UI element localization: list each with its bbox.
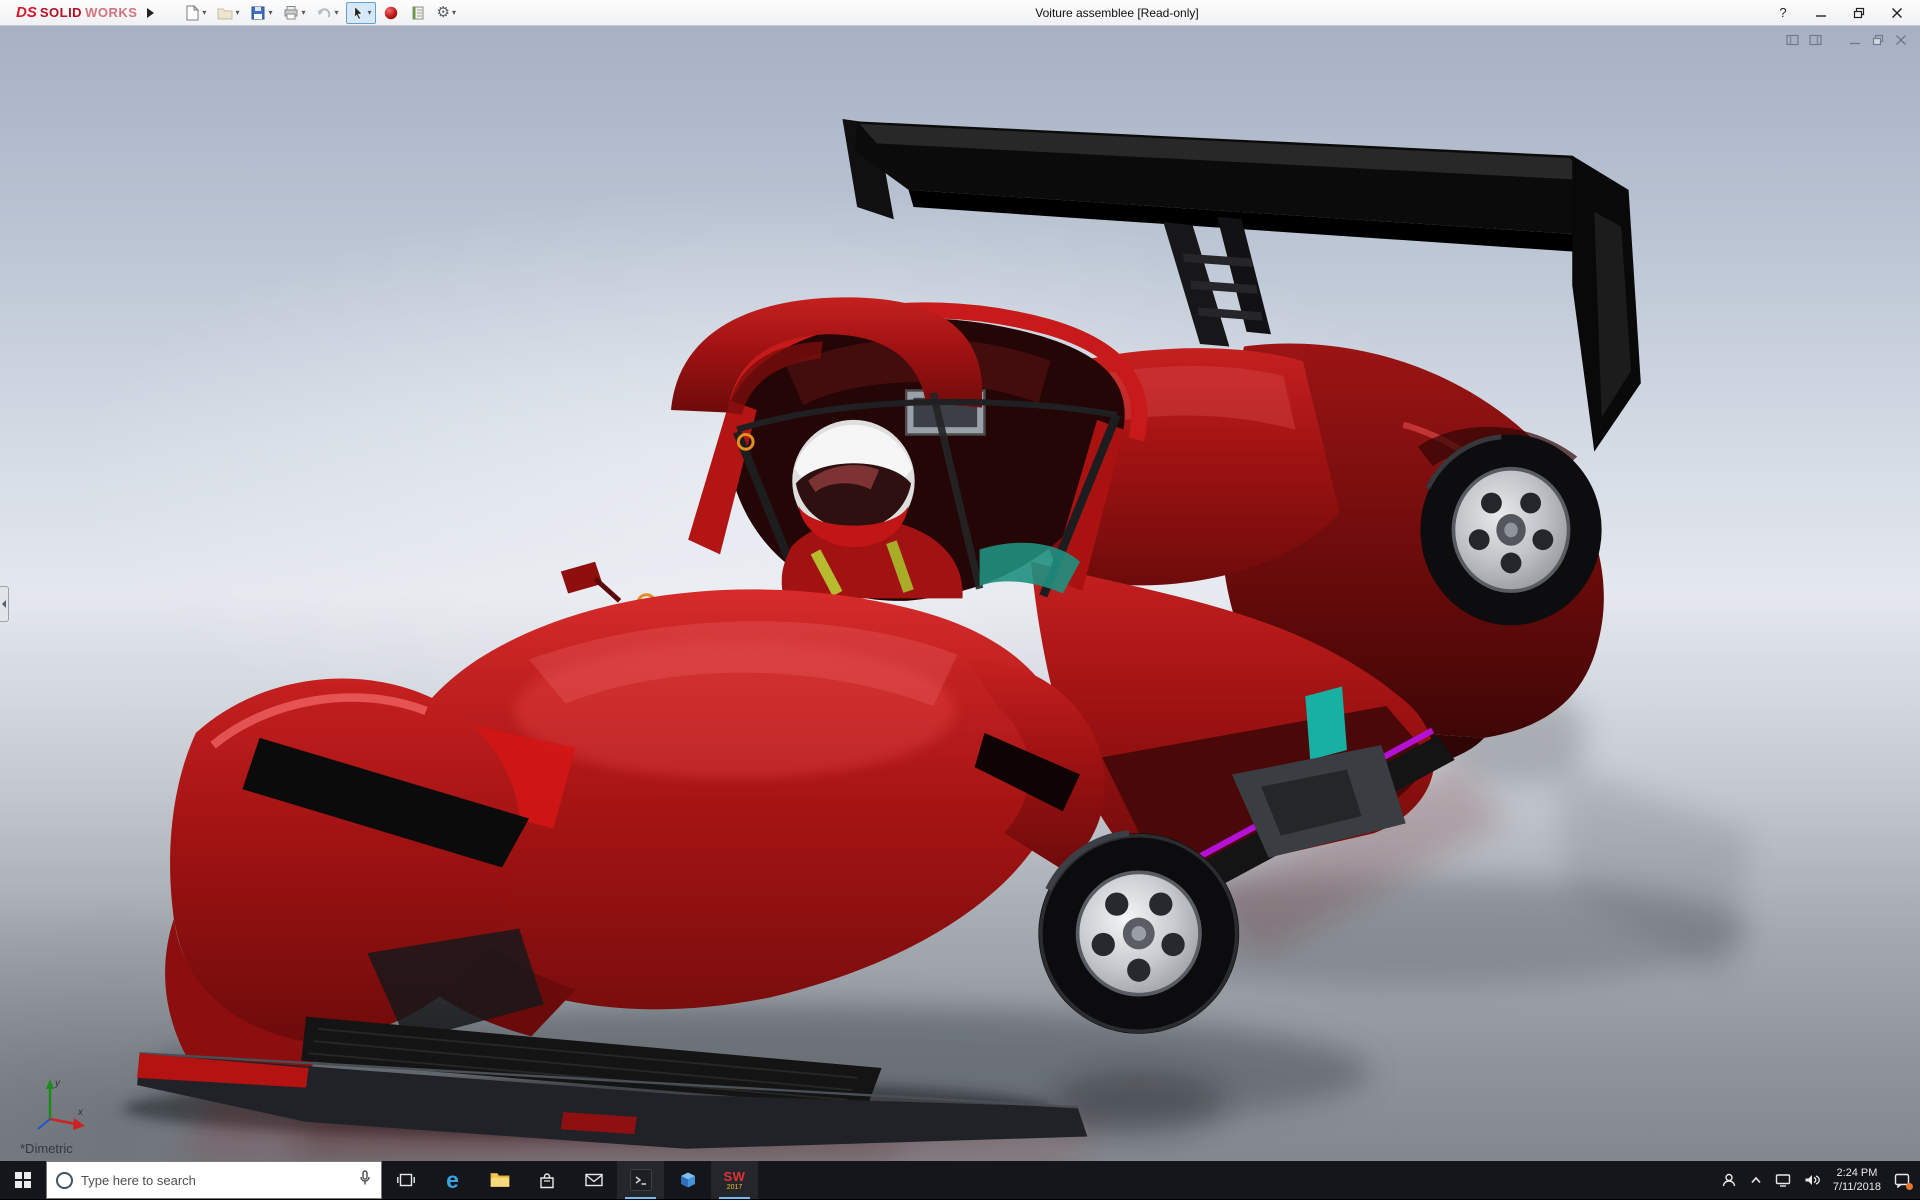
featuremanager-collapsed-tab[interactable] — [0, 586, 9, 622]
edge-icon: e — [446, 1169, 459, 1192]
new-document-icon — [184, 5, 200, 21]
titlebar: DS SOLIDWORKS ▾ ▾ ▾ ▾ ▾ — [0, 0, 1920, 26]
solidworks-window: DS SOLIDWORKS ▾ ▾ ▾ ▾ ▾ — [0, 0, 1920, 1200]
network-icon[interactable] — [1775, 1173, 1791, 1187]
appearance-button[interactable] — [379, 2, 403, 24]
quick-access-toolbar: ▾ ▾ ▾ ▾ ▾ ▾ — [180, 2, 460, 24]
nose-and-fenders — [165, 589, 1105, 1075]
start-button[interactable] — [0, 1161, 46, 1199]
task-view-button[interactable] — [382, 1161, 429, 1199]
save-icon — [250, 5, 266, 21]
cube-app-button[interactable] — [664, 1161, 711, 1199]
cortana-icon[interactable] — [56, 1172, 73, 1189]
clock-time: 2:24 PM — [1833, 1166, 1881, 1180]
restore-icon — [1853, 7, 1865, 19]
child-minimize-icon[interactable] — [1848, 33, 1862, 46]
minimize-button[interactable] — [1812, 4, 1830, 22]
options-button[interactable]: ⚙ ▾ — [433, 2, 460, 24]
help-button[interactable]: ? — [1774, 4, 1792, 22]
close-button[interactable] — [1888, 4, 1906, 22]
folder-icon — [490, 1172, 510, 1188]
windows-logo-icon — [15, 1172, 31, 1188]
open-button[interactable]: ▾ — [213, 2, 243, 24]
hidden-icons-chevron[interactable] — [1750, 1175, 1762, 1185]
triad-y-label: y — [54, 1078, 61, 1089]
view-orientation-label: *Dimetric — [20, 1141, 73, 1156]
chevron-left-icon — [2, 600, 6, 608]
close-icon — [1891, 7, 1903, 19]
document-window-controls — [1785, 33, 1908, 46]
select-cursor-icon — [350, 5, 366, 21]
select-tool-button[interactable]: ▾ — [346, 2, 376, 24]
taskbar-search — [46, 1161, 382, 1199]
gear-icon: ⚙ — [437, 5, 450, 20]
car-model-render — [0, 26, 1920, 1161]
undo-button[interactable]: ▾ — [312, 2, 342, 24]
blue-cube-icon — [679, 1171, 697, 1189]
ds-logo-icon: DS — [16, 5, 37, 20]
command-prompt-icon — [630, 1169, 652, 1191]
search-input[interactable] — [81, 1173, 350, 1188]
speaker-icon[interactable] — [1804, 1173, 1820, 1187]
document-title: Voiture assemblee [Read-only] — [460, 6, 1774, 20]
notebook-icon — [410, 5, 426, 21]
solidworks-logo: DS SOLIDWORKS — [16, 5, 137, 20]
pane-left-icon[interactable] — [1785, 33, 1799, 46]
notebook-button[interactable] — [406, 2, 430, 24]
mail-button[interactable] — [570, 1161, 617, 1199]
taskbar-clock[interactable]: 2:24 PM 7/11/2018 — [1833, 1166, 1881, 1195]
window-controls: ? — [1774, 4, 1906, 22]
edge-button[interactable]: e — [429, 1161, 476, 1199]
save-button[interactable]: ▾ — [246, 2, 276, 24]
print-button[interactable]: ▾ — [279, 2, 309, 24]
solidworks-app-icon: SW 2017 — [724, 1170, 746, 1191]
clock-date: 7/11/2018 — [1833, 1180, 1881, 1194]
action-center-icon[interactable] — [1894, 1173, 1910, 1188]
file-explorer-button[interactable] — [476, 1161, 523, 1199]
orientation-triad: x y — [26, 1075, 90, 1135]
store-bag-icon — [539, 1172, 555, 1189]
appearance-sphere-icon — [383, 5, 399, 21]
mail-icon — [585, 1173, 603, 1187]
undo-icon — [316, 5, 332, 21]
restore-button[interactable] — [1850, 4, 1868, 22]
notification-badge — [1906, 1183, 1913, 1190]
command-prompt-button[interactable] — [617, 1161, 664, 1199]
people-icon[interactable] — [1721, 1173, 1737, 1187]
pane-right-icon[interactable] — [1808, 33, 1822, 46]
microphone-icon[interactable] — [358, 1170, 372, 1191]
taskbar-apps: e SW 2017 — [382, 1161, 758, 1199]
child-close-icon[interactable] — [1894, 33, 1908, 46]
minimize-icon — [1815, 7, 1827, 19]
task-view-icon — [397, 1172, 415, 1188]
brand-name-works: WORKS — [85, 5, 137, 20]
child-restore-icon[interactable] — [1871, 33, 1885, 46]
triad-x-label: x — [77, 1107, 84, 1118]
store-button[interactable] — [523, 1161, 570, 1199]
graphics-viewport[interactable]: x y *Dimetric — [0, 26, 1920, 1161]
open-folder-icon — [217, 5, 233, 21]
toolbar-flyout-arrow-icon[interactable] — [147, 8, 154, 18]
new-document-button[interactable]: ▾ — [180, 2, 210, 24]
brand-name-solid: SOLID — [40, 5, 82, 20]
print-icon — [283, 5, 299, 21]
solidworks-app-button[interactable]: SW 2017 — [711, 1161, 758, 1199]
system-tray: 2:24 PM 7/11/2018 — [1721, 1161, 1920, 1199]
windows-taskbar: e SW 2017 — [0, 1161, 1920, 1199]
